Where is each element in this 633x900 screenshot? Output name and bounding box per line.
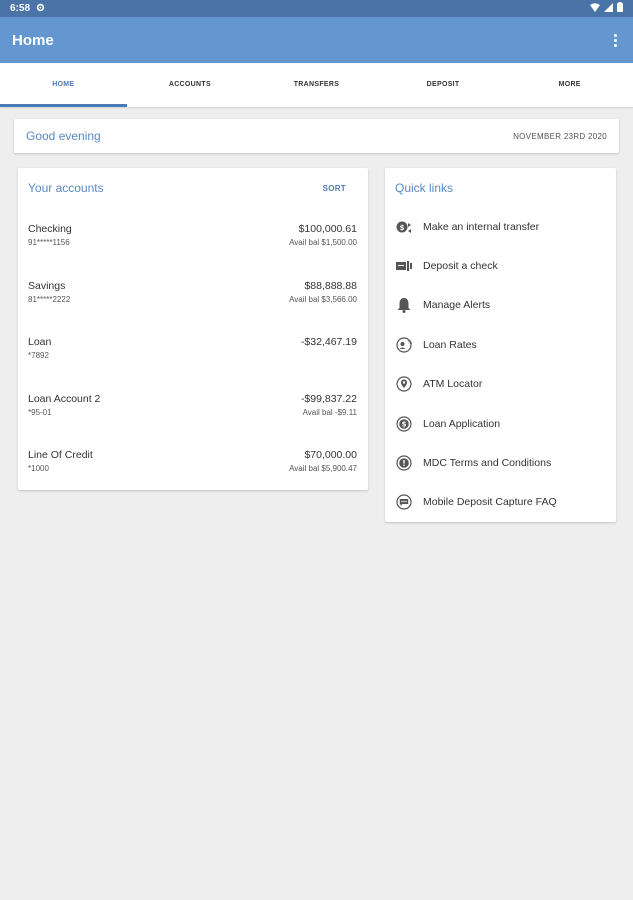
account-balance: $70,000.00 [304, 449, 357, 461]
svg-text:%: % [408, 340, 413, 346]
transfer-icon: $ [395, 218, 413, 236]
account-available-balance: Avail bal $1,500.00 [289, 238, 357, 247]
accounts-header: Your accounts SORT [28, 181, 358, 195]
greeting-date: NOVEMBER 23RD 2020 [513, 131, 607, 141]
quick-link-label: Loan Application [423, 418, 501, 430]
svg-text:$: $ [400, 224, 405, 232]
signal-icon [604, 2, 613, 15]
quick-links-title: Quick links [395, 181, 454, 195]
wifi-icon [590, 2, 600, 15]
account-name: Checking [28, 223, 72, 235]
account-balance: $100,000.61 [298, 223, 357, 235]
account-row-savings[interactable]: Savings 81*****2222 $88,888.88 Avail bal… [28, 280, 357, 320]
dollar-icon: $ [395, 415, 413, 433]
account-available-balance: Avail bal -$9.11 [302, 408, 357, 417]
account-number: *95-01 [28, 408, 52, 417]
quick-link-label: ATM Locator [423, 378, 483, 390]
app-bar: Home [0, 17, 633, 63]
accounts-card: Your accounts SORT Checking 91*****1156 … [18, 168, 368, 490]
quick-link-label: Mobile Deposit Capture FAQ [423, 496, 557, 508]
account-available-balance: Avail bal $5,900.47 [289, 464, 357, 473]
account-row-line-of-credit[interactable]: Line Of Credit *1000 $70,000.00 Avail ba… [28, 449, 357, 489]
sort-button[interactable]: SORT [323, 184, 346, 193]
quick-link-label: Make an internal transfer [423, 221, 540, 233]
status-bar: 6:58 [0, 0, 633, 17]
check-icon [395, 257, 413, 275]
quick-link-label: Loan Rates [423, 339, 477, 351]
chat-icon [395, 493, 413, 511]
tab-more[interactable]: MORE [506, 63, 633, 107]
quick-link-mdc-terms[interactable]: MDC Terms and Conditions [395, 453, 606, 473]
tab-accounts[interactable]: ACCOUNTS [127, 63, 254, 107]
account-name: Savings [28, 280, 66, 292]
quick-link-deposit-check[interactable]: Deposit a check [395, 256, 606, 276]
account-number: *1000 [28, 464, 49, 473]
quick-link-atm-locator[interactable]: ATM Locator [395, 374, 606, 394]
account-number: 81*****2222 [28, 295, 71, 304]
tab-deposit[interactable]: DEPOSIT [380, 63, 507, 107]
tab-transfers[interactable]: TRANSFERS [253, 63, 380, 107]
battery-icon [617, 2, 623, 15]
quick-link-mdc-faq[interactable]: Mobile Deposit Capture FAQ [395, 492, 606, 512]
page-title: Home [12, 31, 54, 49]
quick-link-internal-transfer[interactable]: $ Make an internal transfer [395, 217, 606, 237]
info-icon [395, 454, 413, 472]
tab-home[interactable]: HOME [0, 63, 127, 107]
account-balance: $88,888.88 [304, 280, 357, 292]
account-number: 91*****1156 [28, 238, 70, 247]
bell-icon [395, 296, 413, 314]
settings-gear-icon [36, 3, 45, 15]
quick-link-loan-application[interactable]: $ Loan Application [395, 414, 606, 434]
status-time: 6:58 [10, 3, 31, 14]
account-name: Loan Account 2 [28, 393, 101, 405]
greeting-text: Good evening [26, 129, 101, 143]
account-name: Loan [28, 336, 52, 348]
svg-text:$: $ [402, 421, 407, 429]
quick-link-manage-alerts[interactable]: Manage Alerts [395, 295, 606, 315]
account-row-loan[interactable]: Loan *7892 -$32,467.19 [28, 336, 357, 376]
account-balance: -$99,837.22 [300, 393, 357, 405]
location-pin-icon [395, 375, 413, 393]
tab-bar: HOME ACCOUNTS TRANSFERS DEPOSIT MORE [0, 63, 633, 107]
account-available-balance: Avail bal $3,566.00 [289, 295, 357, 304]
quick-link-label: MDC Terms and Conditions [423, 457, 552, 469]
overflow-menu-icon[interactable] [609, 29, 621, 51]
greeting-card: Good evening NOVEMBER 23RD 2020 [14, 119, 619, 153]
quick-links-card: Quick links $ Make an internal transfer … [385, 168, 616, 522]
account-row-loan-account-2[interactable]: Loan Account 2 *95-01 -$99,837.22 Avail … [28, 393, 357, 433]
account-name: Line Of Credit [28, 449, 93, 461]
loan-rates-icon: % [395, 336, 413, 354]
quick-link-loan-rates[interactable]: % Loan Rates [395, 335, 606, 355]
account-number: *7892 [28, 351, 49, 360]
account-row-checking[interactable]: Checking 91*****1156 $100,000.61 Avail b… [28, 223, 357, 263]
account-balance: -$32,467.19 [300, 336, 357, 348]
quick-link-label: Deposit a check [423, 260, 498, 272]
accounts-title: Your accounts [28, 181, 104, 195]
quick-link-label: Manage Alerts [423, 299, 491, 311]
